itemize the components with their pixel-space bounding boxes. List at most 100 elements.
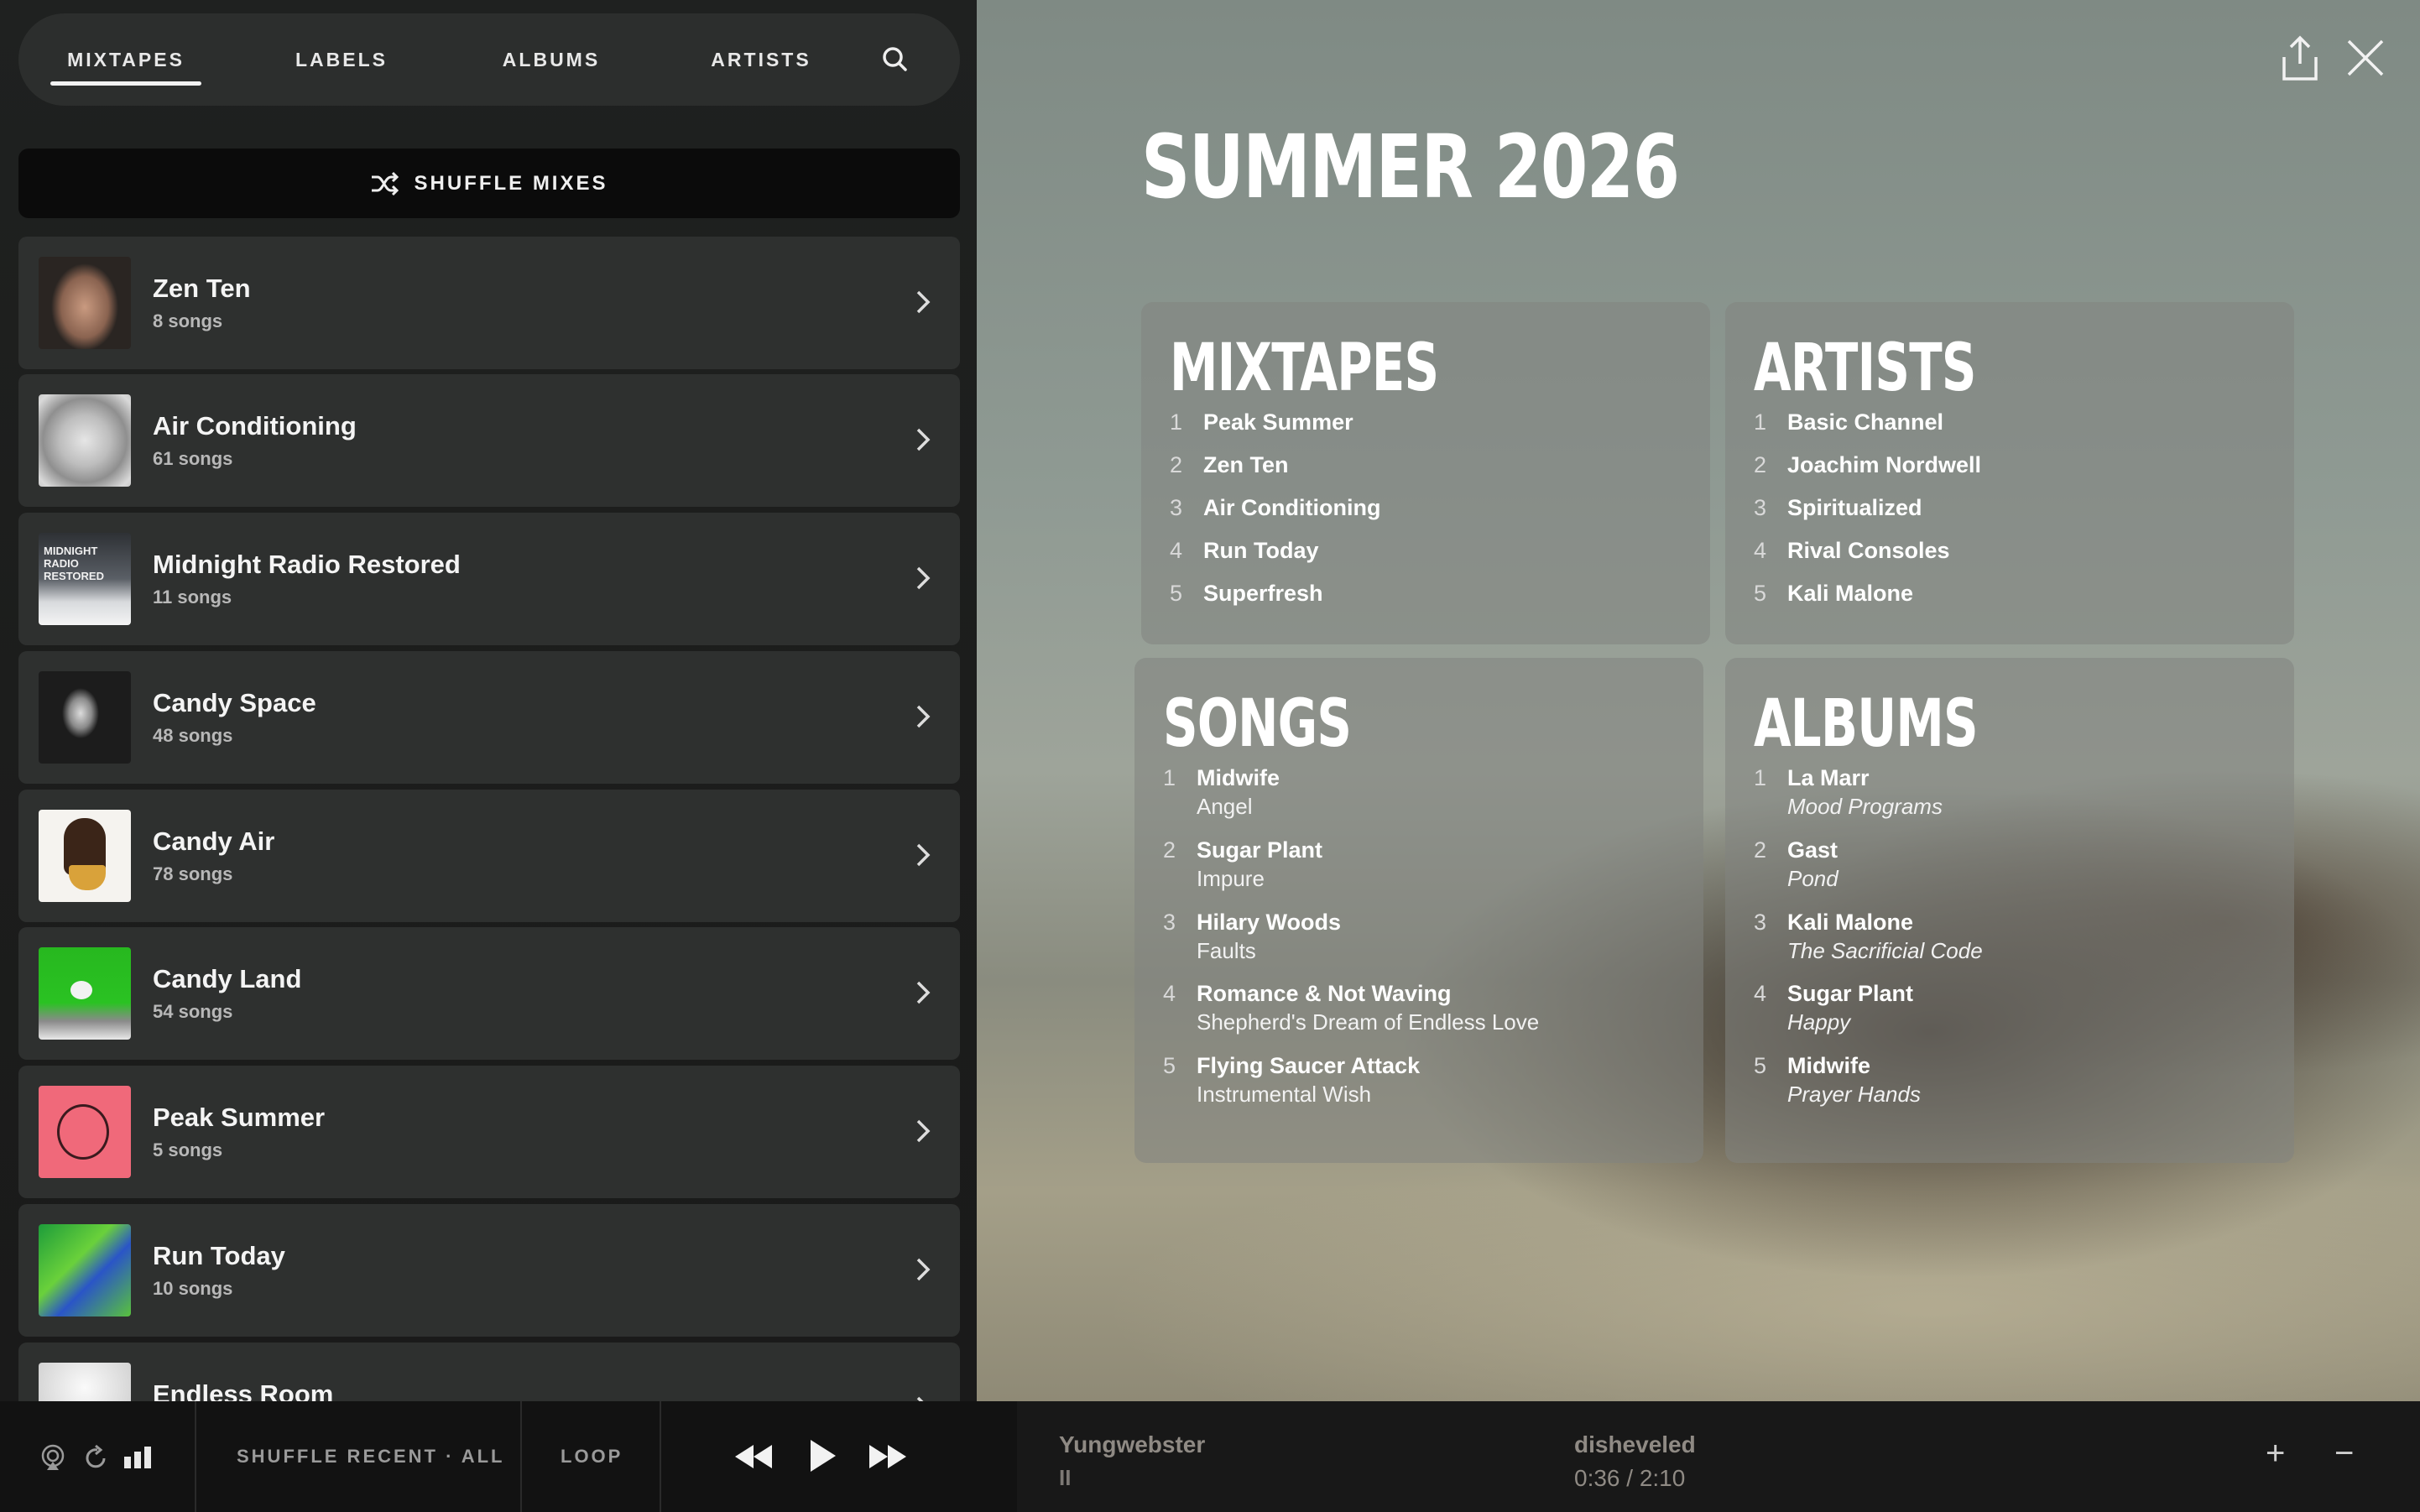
item-name: Superfresh (1203, 581, 1323, 606)
rank-number: 4 (1163, 981, 1176, 1006)
chevron-right-icon (916, 1396, 924, 1401)
rank-number: 4 (1170, 538, 1183, 563)
rank-number: 1 (1754, 765, 1767, 790)
mixtape-artwork (39, 947, 131, 1040)
mixtape-artwork-text: MIDNIGHT RADIO RESTORED (44, 545, 104, 582)
mixtape-count: 61 songs (153, 448, 233, 469)
rank-number: 3 (1754, 910, 1767, 935)
loop-button[interactable]: LOOP (561, 1401, 623, 1512)
mixtape-count: 8 songs (153, 310, 223, 331)
mixtape-artwork (39, 257, 131, 349)
list-item[interactable]: Run Today 10 songs (18, 1204, 960, 1337)
shuffle-icon (372, 171, 399, 196)
shuffle-mixes-button[interactable]: SHUFFLE MIXES (18, 149, 960, 218)
repeat-icon[interactable] (82, 1443, 109, 1472)
list-item[interactable]: Endless Room (18, 1343, 960, 1401)
airplay-icon[interactable] (39, 1443, 67, 1472)
tab-labels[interactable]: LABELS (270, 13, 413, 106)
page-title: SUMMER 2026 (1141, 116, 1680, 218)
left-panel: MIXTAPES LABELS ALBUMS ARTISTS SHUFFLE M… (0, 0, 977, 1401)
list-item[interactable]: Peak Summer 5 songs (18, 1066, 960, 1198)
list-item[interactable]: Zen Ten 8 songs (18, 237, 960, 369)
bars-icon[interactable] (123, 1445, 153, 1470)
item-name: Rival Consoles (1787, 538, 1950, 563)
song-artist: Hilary Woods (1197, 910, 1342, 935)
mixtape-artwork (39, 394, 131, 487)
shuffle-recent-label: SHUFFLE RECENT · ALL (237, 1446, 505, 1467)
rank-number: 3 (1163, 910, 1176, 935)
chevron-right-icon (916, 566, 931, 590)
list-item[interactable]: Candy Land 54 songs (18, 927, 960, 1060)
search-icon[interactable] (876, 40, 915, 79)
item-name: Zen Ten (1203, 452, 1289, 477)
volume-up-button[interactable]: + (2266, 1435, 2285, 1473)
now-playing-artist[interactable]: Yungwebster (1059, 1431, 1205, 1458)
shuffle-recent-button[interactable]: SHUFFLE RECENT · ALL (237, 1401, 505, 1512)
fast-forward-icon[interactable] (866, 1440, 910, 1473)
song-title: Instrumental Wish (1197, 1082, 1372, 1107)
mixtape-count: 54 songs (153, 1001, 233, 1022)
top-nav: MIXTAPES LABELS ALBUMS ARTISTS (18, 13, 960, 106)
top-songs-card: SONGS 1 Midwife Angel 2 Sugar Plant Impure 3… (1134, 658, 1703, 1163)
chevron-right-icon (916, 290, 931, 314)
rank-number: 5 (1163, 1053, 1176, 1078)
rank-number: 2 (1163, 837, 1176, 863)
item-name: Basic Channel (1787, 409, 1944, 435)
mixtape-artwork (39, 1363, 131, 1401)
mixtape-count: 5 songs (153, 1139, 223, 1160)
rewind-icon[interactable] (732, 1440, 775, 1473)
song-title: Shepherd's Dream of Endless Love (1197, 1009, 1540, 1035)
mixtape-title: Zen Ten (153, 274, 251, 303)
song-title: Faults (1197, 938, 1256, 963)
rank-number: 2 (1170, 452, 1183, 477)
divider (520, 1401, 522, 1512)
album-artist: Gast (1787, 837, 1838, 863)
list-item[interactable]: Candy Space 48 songs (18, 651, 960, 784)
chevron-right-icon (916, 981, 931, 1004)
album-title: Mood Programs (1787, 794, 1943, 819)
song-title: Impure (1197, 866, 1265, 891)
divider (660, 1401, 661, 1512)
tab-artists[interactable]: ARTISTS (690, 13, 832, 106)
top-albums-card: ALBUMS 1 La Marr Mood Programs 2 Gast Pond 3… (1725, 658, 2294, 1163)
chevron-right-icon (916, 705, 931, 728)
rank-number: 4 (1754, 538, 1767, 563)
mixtape-title: Midnight Radio Restored (153, 550, 461, 579)
mixtape-artwork (39, 810, 131, 902)
tab-albums[interactable]: ALBUMS (480, 13, 623, 106)
tab-mixtapes[interactable]: MIXTAPES (50, 13, 201, 106)
now-playing-panel (1017, 1401, 2420, 1512)
album-title: The Sacrificial Code (1787, 938, 1983, 963)
song-artist: Flying Saucer Attack (1197, 1053, 1421, 1078)
mixtape-count: 48 songs (153, 725, 233, 746)
mixtape-count: 10 songs (153, 1278, 233, 1299)
play-icon[interactable] (806, 1436, 839, 1475)
mixtape-artwork: MIDNIGHT RADIO RESTORED (39, 533, 131, 625)
rank-number: 1 (1754, 409, 1767, 435)
rank-number: 1 (1170, 409, 1183, 435)
chevron-right-icon (916, 1258, 931, 1281)
song-artist: Midwife (1197, 765, 1280, 790)
rank-number: 1 (1163, 765, 1176, 790)
song-artist: Sugar Plant (1197, 837, 1323, 863)
chevron-right-icon (916, 1119, 931, 1143)
rank-number: 4 (1754, 981, 1767, 1006)
rank-number: 2 (1754, 837, 1767, 863)
mixtape-title: Candy Land (153, 964, 302, 993)
list-item[interactable]: Air Conditioning 61 songs (18, 374, 960, 507)
mixtape-title: Peak Summer (153, 1103, 326, 1132)
album-title: Happy (1787, 1009, 1851, 1035)
mixtape-title: Air Conditioning (153, 411, 357, 441)
list-item[interactable]: Candy Air 78 songs (18, 790, 960, 922)
now-playing-title[interactable]: disheveled (1574, 1431, 1696, 1458)
rank-number: 3 (1754, 495, 1767, 520)
item-name: Spiritualized (1787, 495, 1922, 520)
playback-time: 0:36 / 2:10 (1574, 1465, 1686, 1491)
album-title: Prayer Hands (1787, 1082, 1921, 1107)
close-icon[interactable] (2344, 37, 2386, 79)
volume-down-button[interactable]: − (2334, 1435, 2354, 1473)
share-icon[interactable] (2279, 35, 2321, 82)
list-item[interactable]: MIDNIGHT RADIO RESTORED Midnight Radio R… (18, 513, 960, 645)
card-heading: SONGS (1163, 686, 1352, 762)
mixtape-count: 78 songs (153, 863, 233, 884)
